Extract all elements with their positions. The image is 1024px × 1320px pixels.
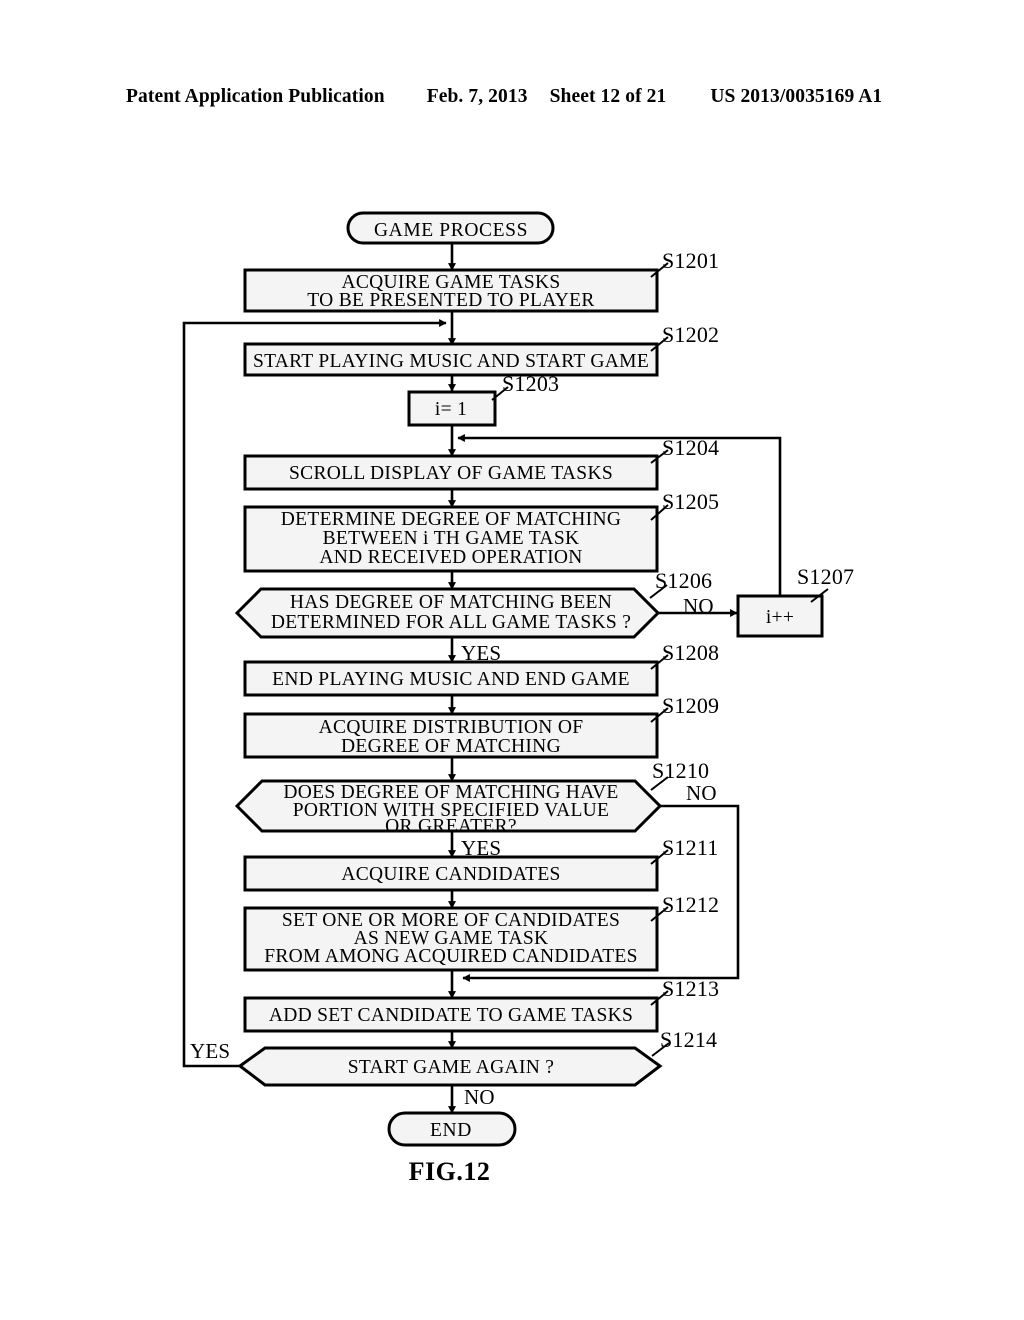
node-s1212[interactable]: SET ONE OR MORE OF CANDIDATES AS NEW GAM…	[243, 906, 659, 972]
s1210-no-branch-label: NO	[686, 781, 717, 805]
s1201-step-label: S1201	[662, 248, 719, 273]
s1211-step-label: S1211	[662, 835, 718, 860]
node-s1209[interactable]: ACQUIRE DISTRIBUTION OF DEGREE OF MATCHI…	[243, 712, 659, 759]
s1204-line-1: SCROLL DISPLAY OF GAME TASKS	[289, 463, 613, 484]
node-s1210[interactable]: DOES DEGREE OF MATCHING HAVE PORTION WIT…	[234, 779, 663, 837]
node-start-terminal[interactable]: GAME PROCESS	[346, 211, 555, 245]
s1204-step-label: S1204	[662, 435, 719, 460]
node-end-terminal[interactable]: END	[387, 1111, 517, 1147]
s1201-line-2: TO BE PRESENTED TO PLAYER	[307, 290, 594, 311]
node-s1214[interactable]: START GAME AGAIN ?	[237, 1046, 663, 1087]
s1210-line-3: OR GREATER?	[385, 816, 517, 837]
s1205-line-1: DETERMINE DEGREE OF MATCHING	[281, 509, 621, 530]
figure-caption: FIG.12	[0, 1157, 1024, 1187]
s1211-line-1: ACQUIRE CANDIDATES	[341, 864, 560, 885]
s1205-line-2: BETWEEN i TH GAME TASK	[323, 528, 580, 549]
s1209-line-1: ACQUIRE DISTRIBUTION OF	[319, 717, 584, 738]
node-s1211[interactable]: ACQUIRE CANDIDATES	[243, 855, 659, 892]
s1206-line-1: HAS DEGREE OF MATCHING BEEN	[290, 592, 612, 613]
s1202-line-1: START PLAYING MUSIC AND START GAME	[253, 351, 649, 372]
patent-figure-page: Patent Application Publication Feb. 7, 2…	[0, 0, 1024, 1320]
s1214-yes-branch-label: YES	[190, 1039, 230, 1063]
s1207-step-label: S1207	[797, 564, 854, 589]
s1214-line-1: START GAME AGAIN ?	[348, 1057, 555, 1078]
s1214-step-label: S1214	[660, 1027, 717, 1052]
s1209-step-label: S1209	[662, 693, 719, 718]
s1205-step-label: S1205	[662, 489, 719, 514]
start-terminal-label: GAME PROCESS	[374, 220, 528, 241]
s1206-step-label: S1206	[655, 568, 712, 593]
s1206-no-branch-label: NO	[683, 594, 714, 618]
s1213-step-label: S1213	[662, 976, 719, 1001]
s1203-line-1: i= 1	[435, 399, 467, 420]
s1209-line-2: DEGREE OF MATCHING	[341, 736, 561, 757]
node-s1202[interactable]: START PLAYING MUSIC AND START GAME	[243, 342, 659, 377]
figure-caption-text: FIG.12	[408, 1157, 491, 1186]
s1210-step-label: S1210	[652, 758, 709, 783]
node-s1208[interactable]: END PLAYING MUSIC AND END GAME	[243, 660, 659, 697]
node-s1207[interactable]: i++	[736, 594, 824, 638]
node-s1205[interactable]: DETERMINE DEGREE OF MATCHING BETWEEN i T…	[243, 505, 659, 573]
s1202-step-label: S1202	[662, 322, 719, 347]
end-terminal-label: END	[430, 1120, 472, 1141]
s1214-no-branch-label: NO	[464, 1085, 495, 1109]
node-s1206[interactable]: HAS DEGREE OF MATCHING BEEN DETERMINED F…	[234, 587, 661, 639]
s1203-step-label: S1203	[502, 371, 559, 396]
s1212-step-label: S1212	[662, 892, 719, 917]
s1205-line-3: AND RECEIVED OPERATION	[319, 547, 582, 568]
s1208-line-1: END PLAYING MUSIC AND END GAME	[272, 669, 630, 690]
s1207-line-1: i++	[766, 607, 794, 628]
node-s1204[interactable]: SCROLL DISPLAY OF GAME TASKS	[243, 454, 659, 491]
node-s1201[interactable]: ACQUIRE GAME TASKS TO BE PRESENTED TO PL…	[243, 268, 659, 313]
game-process-flowchart: GAME PROCESS ACQUIRE GAME TASKS TO BE PR…	[182, 211, 854, 1147]
s1206-line-2: DETERMINED FOR ALL GAME TASKS ?	[271, 612, 631, 633]
node-s1203[interactable]: i= 1	[407, 390, 497, 427]
s1213-line-1: ADD SET CANDIDATE TO GAME TASKS	[269, 1005, 633, 1026]
s1208-step-label: S1208	[662, 640, 719, 665]
node-s1213[interactable]: ADD SET CANDIDATE TO GAME TASKS	[243, 996, 659, 1033]
s1212-line-3: FROM AMONG ACQUIRED CANDIDATES	[264, 946, 638, 967]
